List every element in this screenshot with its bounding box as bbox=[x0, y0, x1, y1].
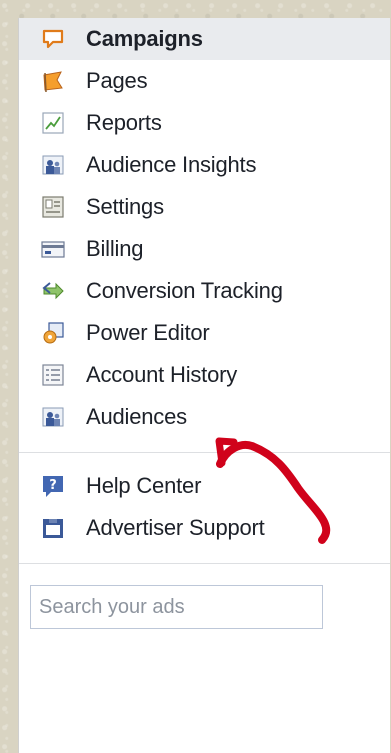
sidebar-item-label: Reports bbox=[86, 110, 162, 135]
sidebar-item-label: Pages bbox=[86, 68, 148, 93]
svg-text:?: ? bbox=[49, 478, 57, 493]
audiences-icon bbox=[41, 405, 65, 429]
sidebar-item-label: Campaigns bbox=[86, 26, 203, 51]
help-question-icon: ? bbox=[41, 474, 65, 498]
sidebar-item-label: Audience Insights bbox=[86, 152, 257, 177]
sidebar-item-label: Settings bbox=[86, 194, 164, 219]
sidebar-item-label: Account History bbox=[86, 362, 238, 387]
reports-chart-icon bbox=[41, 111, 65, 135]
sidebar-item-account-history[interactable]: Account History bbox=[19, 354, 390, 396]
sidebar-item-label: Billing bbox=[86, 236, 144, 261]
sidebar-item-billing[interactable]: Billing bbox=[19, 228, 390, 270]
campaigns-icon bbox=[41, 27, 65, 51]
sidebar-item-label: Help Center bbox=[86, 473, 202, 498]
sidebar-item-audiences[interactable]: Audiences bbox=[19, 396, 390, 438]
sidebar-item-power-editor[interactable]: Power Editor bbox=[19, 312, 390, 354]
sidebar-item-campaigns[interactable]: Campaigns bbox=[19, 18, 390, 60]
advertiser-support-icon bbox=[41, 516, 65, 540]
pages-flag-icon bbox=[41, 69, 65, 93]
sidebar-item-pages[interactable]: Pages bbox=[19, 60, 390, 102]
sidebar-item-reports[interactable]: Reports bbox=[19, 102, 390, 144]
main-nav: Campaigns Pages Reports Audience Insight… bbox=[19, 18, 390, 438]
audience-insights-icon bbox=[41, 153, 65, 177]
sidebar-item-conversion-tracking[interactable]: Conversion Tracking bbox=[19, 270, 390, 312]
sidebar-item-label: Audiences bbox=[86, 404, 187, 429]
search-container bbox=[19, 564, 390, 629]
ads-manager-sidebar: Campaigns Pages Reports Audience Insight… bbox=[18, 18, 390, 753]
sidebar-item-label: Power Editor bbox=[86, 320, 210, 345]
power-editor-icon bbox=[41, 321, 65, 345]
sidebar-item-audience-insights[interactable]: Audience Insights bbox=[19, 144, 390, 186]
conversion-tracking-icon bbox=[41, 279, 65, 303]
sidebar-item-label: Advertiser Support bbox=[86, 515, 265, 540]
sidebar-item-label: Conversion Tracking bbox=[86, 278, 283, 303]
sidebar-item-advertiser-support[interactable]: Advertiser Support bbox=[19, 507, 390, 549]
account-history-icon bbox=[41, 363, 65, 387]
sidebar-item-settings[interactable]: Settings bbox=[19, 186, 390, 228]
search-ads-input[interactable] bbox=[30, 585, 323, 629]
support-nav: ? Help Center Advertiser Support bbox=[19, 453, 390, 549]
billing-card-icon bbox=[41, 237, 65, 261]
settings-icon bbox=[41, 195, 65, 219]
sidebar-item-help-center[interactable]: ? Help Center bbox=[19, 465, 390, 507]
